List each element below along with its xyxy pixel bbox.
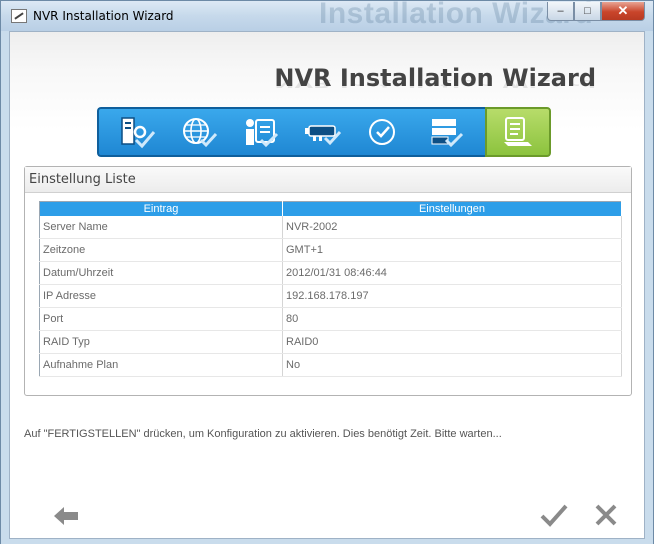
minimize-icon: – (557, 5, 564, 17)
setting-value: GMT+1 (282, 238, 622, 262)
column-header-entry[interactable]: Eintrag (39, 201, 283, 216)
window-title: NVR Installation Wizard (33, 9, 174, 23)
wizard-client-area: NVR Installation Wizard NVR Installation… (9, 31, 645, 539)
finish-button[interactable] (540, 502, 568, 528)
cancel-button[interactable] (594, 502, 618, 528)
table-row[interactable]: Port 80 (39, 307, 622, 331)
window-bottom-frame (1, 539, 653, 544)
window-controls: – □ ✕ (547, 2, 645, 21)
setting-key: Port (39, 307, 283, 331)
clock-icon[interactable] (363, 113, 405, 151)
settings-table: Eintrag Einstellungen Server Name NVR-20… (39, 201, 622, 377)
setting-key: Datum/Uhrzeit (39, 261, 283, 285)
table-row[interactable]: RAID Typ RAID0 (39, 330, 622, 354)
column-header-settings[interactable]: Einstellungen (282, 201, 622, 216)
checkmark-icon (540, 504, 568, 527)
table-row[interactable]: Zeitzone GMT+1 (39, 238, 622, 262)
setting-value: NVR-2002 (282, 215, 622, 239)
minimize-button[interactable]: – (547, 2, 574, 21)
table-row[interactable]: Datum/Uhrzeit 2012/01/31 08:46:44 (39, 261, 622, 285)
setting-key: Aufnahme Plan (39, 353, 283, 377)
summary-list-icon (497, 113, 539, 151)
setting-key: RAID Typ (39, 330, 283, 354)
close-x-icon (595, 504, 617, 526)
maximize-button[interactable]: □ (574, 2, 601, 21)
arrow-left-icon (54, 507, 78, 525)
table-row[interactable]: Server Name NVR-2002 (39, 215, 622, 239)
app-icon (11, 9, 27, 23)
user-certificate-icon[interactable] (240, 113, 282, 151)
app-window: NVR Installation Wizard Installation Wiz… (0, 0, 654, 544)
setting-key: Zeitzone (39, 238, 283, 262)
setting-key: Server Name (39, 215, 283, 239)
status-message: Auf "FERTIGSTELLEN" drücken, um Konfigur… (24, 428, 502, 440)
completed-steps (97, 107, 485, 157)
table-row[interactable]: Aufnahme Plan No (39, 353, 622, 377)
back-button[interactable] (54, 506, 80, 526)
disk-stack-icon[interactable] (425, 113, 467, 151)
wizard-title-reflection: NVR Installation Wizard (274, 77, 596, 90)
table-header-row: Eintrag Einstellungen (39, 201, 622, 216)
table-row[interactable]: IP Adresse 192.168.178.197 (39, 284, 622, 308)
setting-value: No (282, 353, 622, 377)
setting-value: 192.168.178.197 (282, 284, 622, 308)
title-bar[interactable]: NVR Installation Wizard Installation Wiz… (1, 0, 653, 31)
setting-value: 2012/01/31 08:46:44 (282, 261, 622, 285)
globe-icon[interactable] (178, 113, 220, 151)
setting-value: RAID0 (282, 330, 622, 354)
setting-key: IP Adresse (39, 284, 283, 308)
wizard-steps-bar (97, 107, 551, 157)
close-icon: ✕ (617, 3, 629, 18)
close-button[interactable]: ✕ (601, 2, 645, 21)
server-settings-icon[interactable] (117, 113, 159, 151)
settings-panel: Einstellung Liste Eintrag Einstellungen … (24, 166, 632, 396)
setting-value: 80 (282, 307, 622, 331)
maximize-icon: □ (584, 5, 591, 17)
network-card-icon[interactable] (302, 113, 344, 151)
panel-title: Einstellung Liste (25, 167, 631, 193)
active-step[interactable] (485, 107, 551, 157)
